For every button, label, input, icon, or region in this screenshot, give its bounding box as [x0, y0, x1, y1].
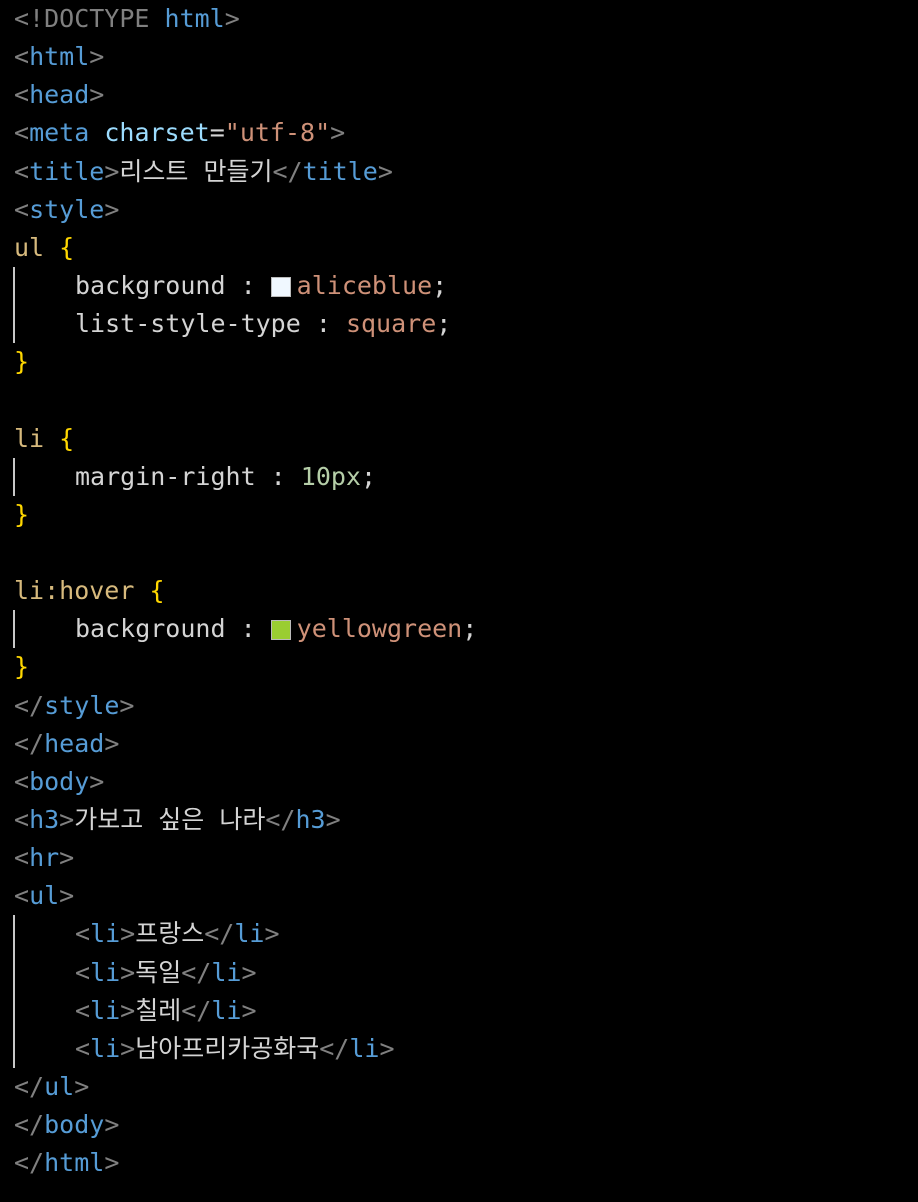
html-tag-token: html — [29, 42, 90, 72]
code-line-li-item: <li>독일</li> — [13, 953, 477, 992]
li-tag-token: li — [90, 1033, 121, 1063]
indent-guide — [13, 305, 15, 344]
code-line-ul-selector: ul { — [14, 232, 75, 262]
yellowgreen-color-swatch[interactable] — [270, 620, 291, 641]
code-line-title: <title>리스트 만들기</title> — [14, 156, 393, 186]
list-item-text: 프랑스 — [135, 919, 205, 949]
indent-guide — [13, 915, 15, 954]
code-line-li-item: <li>칠레</li> — [13, 991, 477, 1030]
code-line-ul-close: </ul> — [14, 1071, 90, 1101]
code-line-ul-open: <ul> — [14, 881, 75, 911]
indent-guide — [13, 1029, 15, 1068]
list-item-text: 칠레 — [135, 995, 182, 1025]
li-selector-token: li — [14, 423, 45, 453]
code-line-li-item: <li>남아프리카공화국</li> — [13, 1029, 477, 1068]
code-line-doctype: <!DOCTYPE html> — [14, 0, 477, 38]
h3-tag-token: h3 — [29, 804, 60, 834]
ul-list-style-prop: list-style-type — [75, 309, 301, 339]
title-tag-token: title — [29, 156, 105, 186]
doctype-open-token: <!DOCTYPE — [14, 4, 150, 33]
code-line-body-open: <body> — [14, 766, 105, 796]
ul-close-tag-token: ul — [44, 1071, 75, 1101]
li-hover-background-prop: background — [75, 614, 226, 644]
code-line-li-hover-background: background : yellowgreen; — [13, 610, 477, 649]
li-tag-token: li — [90, 995, 121, 1025]
ul-list-style-value: square — [345, 309, 437, 339]
li-close-tag-token: li — [234, 919, 265, 949]
indent-guide — [13, 610, 15, 649]
ul-background-value: aliceblue — [296, 270, 433, 300]
code-line-li-item: <li>프랑스</li> — [13, 915, 477, 954]
doctype-name-token: html — [164, 4, 225, 33]
indent-guide — [13, 266, 15, 306]
li-tag-token: li — [90, 957, 121, 987]
code-line-hr: <hr> — [14, 843, 75, 873]
title-text: 리스트 만들기 — [119, 156, 273, 186]
meta-tag-token: meta — [29, 118, 90, 148]
code-line-close-brace: } — [14, 499, 30, 529]
head-tag-token: head — [29, 80, 90, 110]
code-line-style-open: <style> — [14, 194, 120, 224]
aliceblue-color-swatch[interactable] — [270, 276, 291, 297]
hr-tag-token: hr — [29, 843, 60, 873]
indent-guide — [13, 953, 15, 992]
code-line-html-close: </html> — [14, 1148, 120, 1178]
li-margin-value: 10px — [300, 461, 361, 491]
code-line-h3: <h3>가보고 싶은 나라</h3> — [14, 804, 341, 834]
doctype-close-token: > — [224, 4, 240, 33]
code-line-li-selector: li { — [14, 423, 75, 453]
list-item-text: 독일 — [135, 957, 182, 987]
li-close-tag-token: li — [349, 1033, 380, 1063]
body-close-tag-token: body — [44, 1110, 105, 1140]
ul-selector-token: ul — [14, 232, 45, 262]
ul-background-prop: background — [75, 270, 226, 300]
code-line-meta: <meta charset="utf-8"> — [14, 118, 346, 148]
body-tag-token: body — [29, 766, 90, 796]
li-close-tag-token: li — [211, 995, 242, 1025]
meta-value-token: "utf-8" — [224, 118, 331, 148]
html-close-tag-token: html — [44, 1148, 105, 1178]
code-line-li-hover-selector: li:hover { — [14, 576, 165, 606]
code-line-li-margin: margin-right : 10px; — [13, 457, 477, 496]
code-editor[interactable]: <!DOCTYPE html> <html> <head> <meta char… — [0, 0, 918, 1202]
list-item-text: 남아프리카공화국 — [135, 1033, 320, 1063]
code-line-head-open: <head> — [14, 80, 105, 110]
h3-close-tag-token: h3 — [295, 804, 326, 834]
head-close-tag-token: head — [44, 728, 105, 758]
indent-guide — [13, 457, 15, 496]
code-line-style-close: </style> — [14, 690, 135, 720]
code-lines: <!DOCTYPE html> <html> <head> <meta char… — [13, 0, 477, 1182]
code-line-body-close: </body> — [14, 1110, 120, 1140]
indent-guide — [13, 991, 15, 1030]
h3-text: 가보고 싶은 나라 — [74, 804, 266, 834]
li-hover-background-value: yellowgreen — [296, 614, 463, 644]
code-line-ul-list-style: list-style-type : square; — [13, 305, 477, 344]
style-tag-token: style — [29, 194, 105, 224]
code-line-html-open: <html> — [14, 42, 105, 72]
ul-tag-token: ul — [29, 881, 60, 911]
code-line-ul-background: background : aliceblue; — [13, 266, 477, 306]
code-line-close-brace: } — [14, 347, 30, 377]
li-margin-prop: margin-right — [75, 461, 256, 491]
code-line-head-close: </head> — [14, 728, 120, 758]
meta-attr-token: charset — [104, 118, 210, 148]
li-hover-selector-token: li:hover — [14, 576, 135, 606]
style-close-tag-token: style — [44, 690, 120, 720]
li-close-tag-token: li — [211, 957, 242, 987]
code-line-close-brace: } — [14, 652, 30, 682]
li-tag-token: li — [90, 919, 121, 949]
title-close-tag-token: title — [302, 156, 378, 186]
